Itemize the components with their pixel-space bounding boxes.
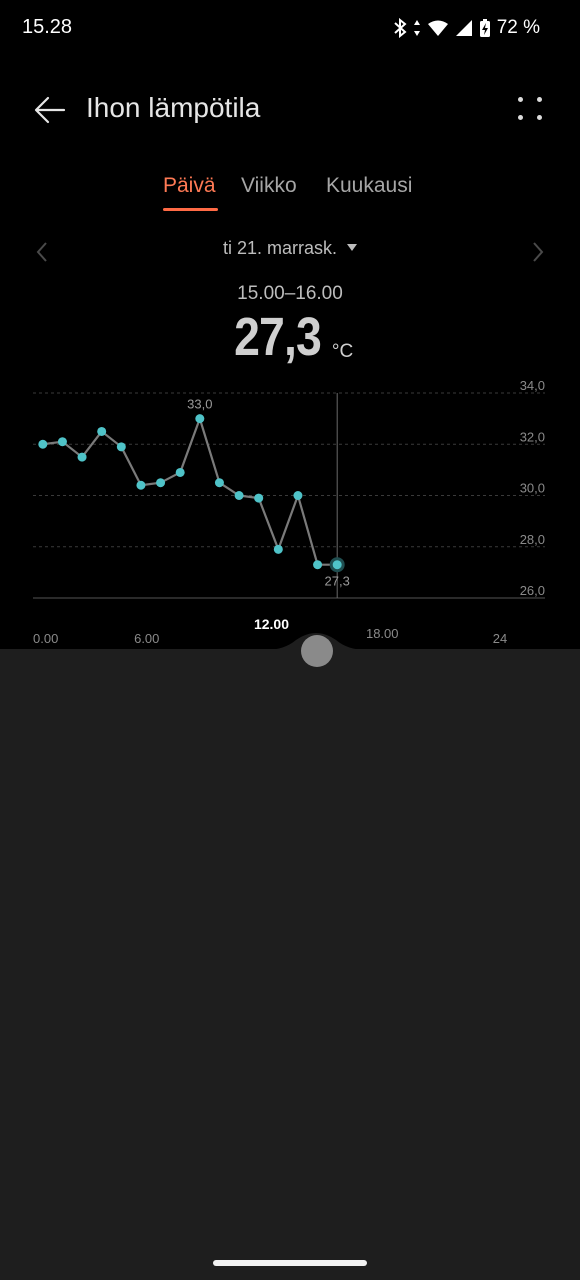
date-label: ti 21. marrask.: [222, 238, 338, 258]
temperature-unit: °C: [331, 341, 354, 362]
page-title: Ihon lämpötila: [86, 92, 261, 123]
y-tick-label: 34,0: [520, 378, 545, 393]
period-tabs: Päivä Viikko Kuukausi: [0, 172, 580, 216]
temperature-chart[interactable]: 34,032,030,028,026,00.00 6.0012.0018.00 24…: [0, 370, 580, 650]
data-point: [195, 414, 205, 424]
data-point: [329, 557, 345, 573]
data-point: [234, 491, 244, 500]
data-point: [313, 560, 323, 570]
status-time: 15.28: [22, 16, 73, 38]
data-point: [156, 478, 166, 488]
reading-display: 27,3 °C: [0, 306, 580, 370]
series-line: [42, 417, 338, 566]
wifi-icon: [427, 20, 448, 36]
temperature-value: 27,3: [233, 307, 322, 367]
data-label: 27,3: [325, 574, 350, 589]
data-arrows-icon: [413, 20, 420, 36]
more-options-button[interactable]: [516, 94, 544, 124]
app-bar: Ihon lämpötila: [0, 80, 580, 140]
tab-week[interactable]: Viikko: [241, 174, 297, 198]
x-tick-label: 24: [493, 631, 507, 646]
y-tick-label: 30,0: [520, 481, 545, 496]
data-point: [38, 439, 48, 449]
data-label: 33,0: [187, 397, 212, 412]
y-tick-label: 32,0: [520, 429, 545, 444]
tab-day[interactable]: Päivä: [163, 174, 216, 198]
chevron-right-icon: [533, 242, 544, 262]
x-tick-label: 6.00: [134, 631, 159, 646]
cell-signal-icon: [455, 20, 472, 36]
status-bar: 15.28 72 %: [0, 0, 580, 56]
data-point: [175, 467, 185, 477]
data-point: [136, 480, 146, 490]
data-point: [273, 544, 283, 554]
selected-time-range: 15.00–16.00: [237, 283, 343, 304]
next-day-button[interactable]: [526, 238, 550, 266]
data-point: [214, 478, 224, 488]
y-tick-label: 26,0: [520, 583, 545, 598]
x-tick-label: 18.00: [366, 626, 399, 641]
data-point: [293, 491, 303, 500]
scrub-handle[interactable]: [301, 635, 333, 667]
bottom-sheet: [0, 649, 580, 1280]
data-point: [254, 493, 264, 503]
battery-charging-icon: [479, 19, 490, 37]
tab-month[interactable]: Kuukausi: [326, 174, 412, 198]
data-point: [77, 452, 87, 462]
battery-percent: 72 %: [496, 17, 540, 38]
tab-indicator: [163, 208, 218, 211]
back-button[interactable]: [30, 92, 70, 128]
home-indicator[interactable]: [213, 1260, 367, 1266]
data-point: [97, 426, 107, 436]
back-arrow-icon: [34, 96, 66, 124]
date-navigation: ti 21. marrask.: [0, 232, 580, 272]
data-point: [116, 442, 126, 452]
status-icons: 72 %: [393, 16, 540, 40]
bluetooth-icon: [394, 18, 407, 38]
data-point: [57, 437, 67, 447]
y-tick-label: 28,0: [520, 532, 545, 547]
dropdown-triangle-icon: [347, 244, 358, 251]
date-dropdown[interactable]: ti 21. marrask.: [0, 238, 580, 259]
x-tick-label: 0.00: [33, 631, 58, 646]
